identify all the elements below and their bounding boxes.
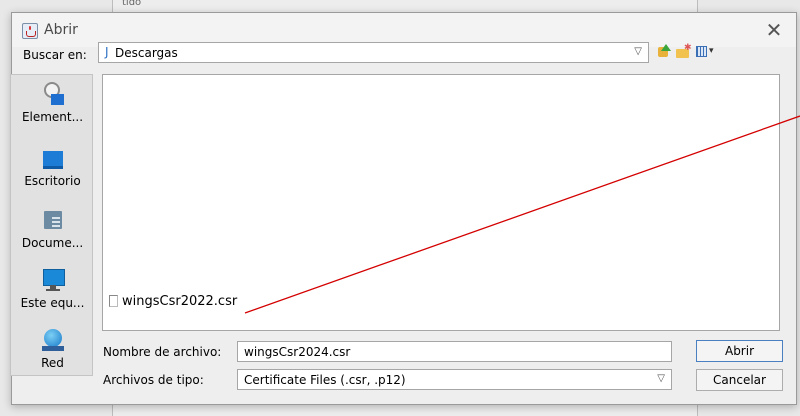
filetype-combobox[interactable]: Certificate Files (.csr, .p12) ▽ [237,369,672,390]
place-network[interactable]: Red [11,327,94,370]
place-label: Este equ... [20,296,85,310]
java-app-icon [22,23,38,39]
new-folder-icon[interactable]: ✱ [675,44,692,60]
place-desktop[interactable]: Escritorio [11,145,94,188]
view-menu-icon[interactable]: ▾ [695,44,717,60]
place-label: Escritorio [24,174,81,188]
place-this-pc[interactable]: Este equ... [11,267,94,310]
list-item[interactable]: wingsCsr2022.csr [109,292,237,310]
recent-items-icon [38,81,68,107]
file-name: wingsCsr2022.csr [122,293,238,309]
downloads-folder-icon: J [105,45,109,59]
place-label: Red [41,356,64,370]
file-list[interactable]: wingsCsr2022.csr [102,74,780,331]
look-in-value: Descargas [115,46,178,60]
look-in-label: Buscar en: [23,48,87,62]
network-icon [38,327,68,353]
places-bar: Element... Escritorio Docume... Este equ… [10,74,93,376]
place-label: Docume... [21,236,84,250]
filetype-value: Certificate Files (.csr, .p12) [244,373,406,387]
file-icon [109,295,118,307]
look-in-combobox[interactable]: J Descargas ▽ [98,42,649,63]
open-button[interactable]: Abrir [696,340,783,362]
desktop-icon [38,145,68,171]
filename-input[interactable] [237,341,672,362]
this-pc-icon [38,267,68,293]
background-text: tido [122,0,142,8]
chevron-down-icon: ▽ [657,373,665,384]
filename-label: Nombre de archivo: [103,345,222,359]
place-documents[interactable]: Docume... [11,207,94,250]
place-label: Element... [21,110,84,124]
cancel-button[interactable]: Cancelar [696,369,783,391]
close-button[interactable]: ✕ [762,19,786,41]
dialog-title: Abrir [44,22,78,38]
place-recent-items[interactable]: Element... [11,81,94,124]
up-folder-icon[interactable] [656,44,672,60]
chevron-down-icon: ▽ [634,46,642,57]
documents-icon [38,207,68,233]
filetype-label: Archivos de tipo: [103,373,204,387]
